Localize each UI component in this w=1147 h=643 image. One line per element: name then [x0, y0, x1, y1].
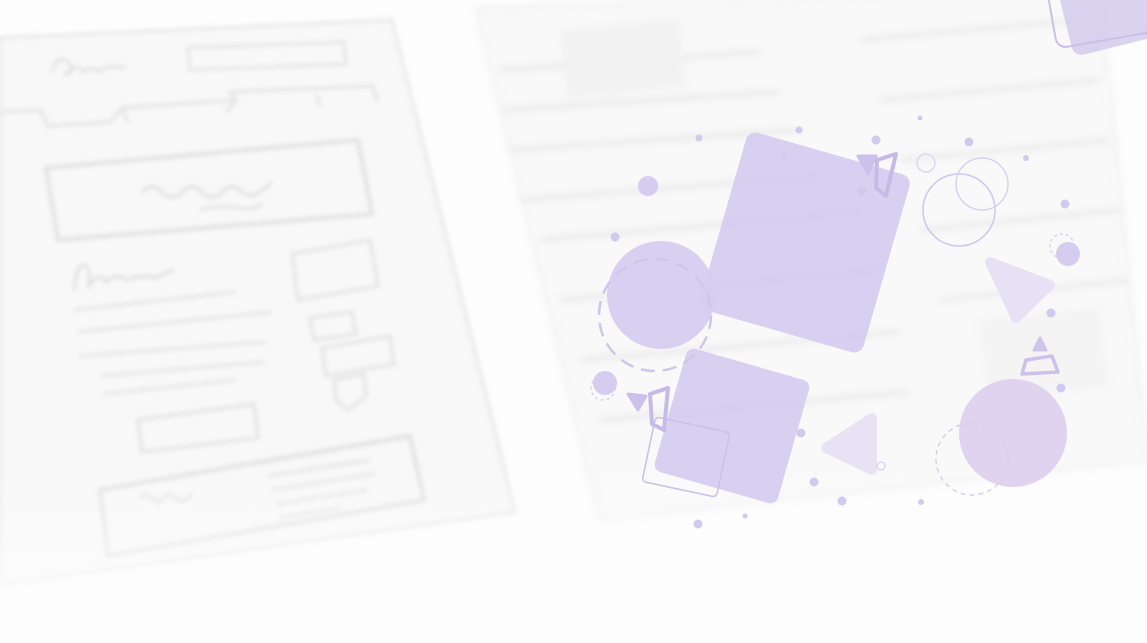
decorative-scene — [0, 0, 1147, 643]
pink-circle-shape — [959, 379, 1067, 487]
bottom-fade — [0, 460, 1147, 643]
large-circle-shape — [607, 241, 715, 349]
scene-svg — [0, 0, 1147, 643]
